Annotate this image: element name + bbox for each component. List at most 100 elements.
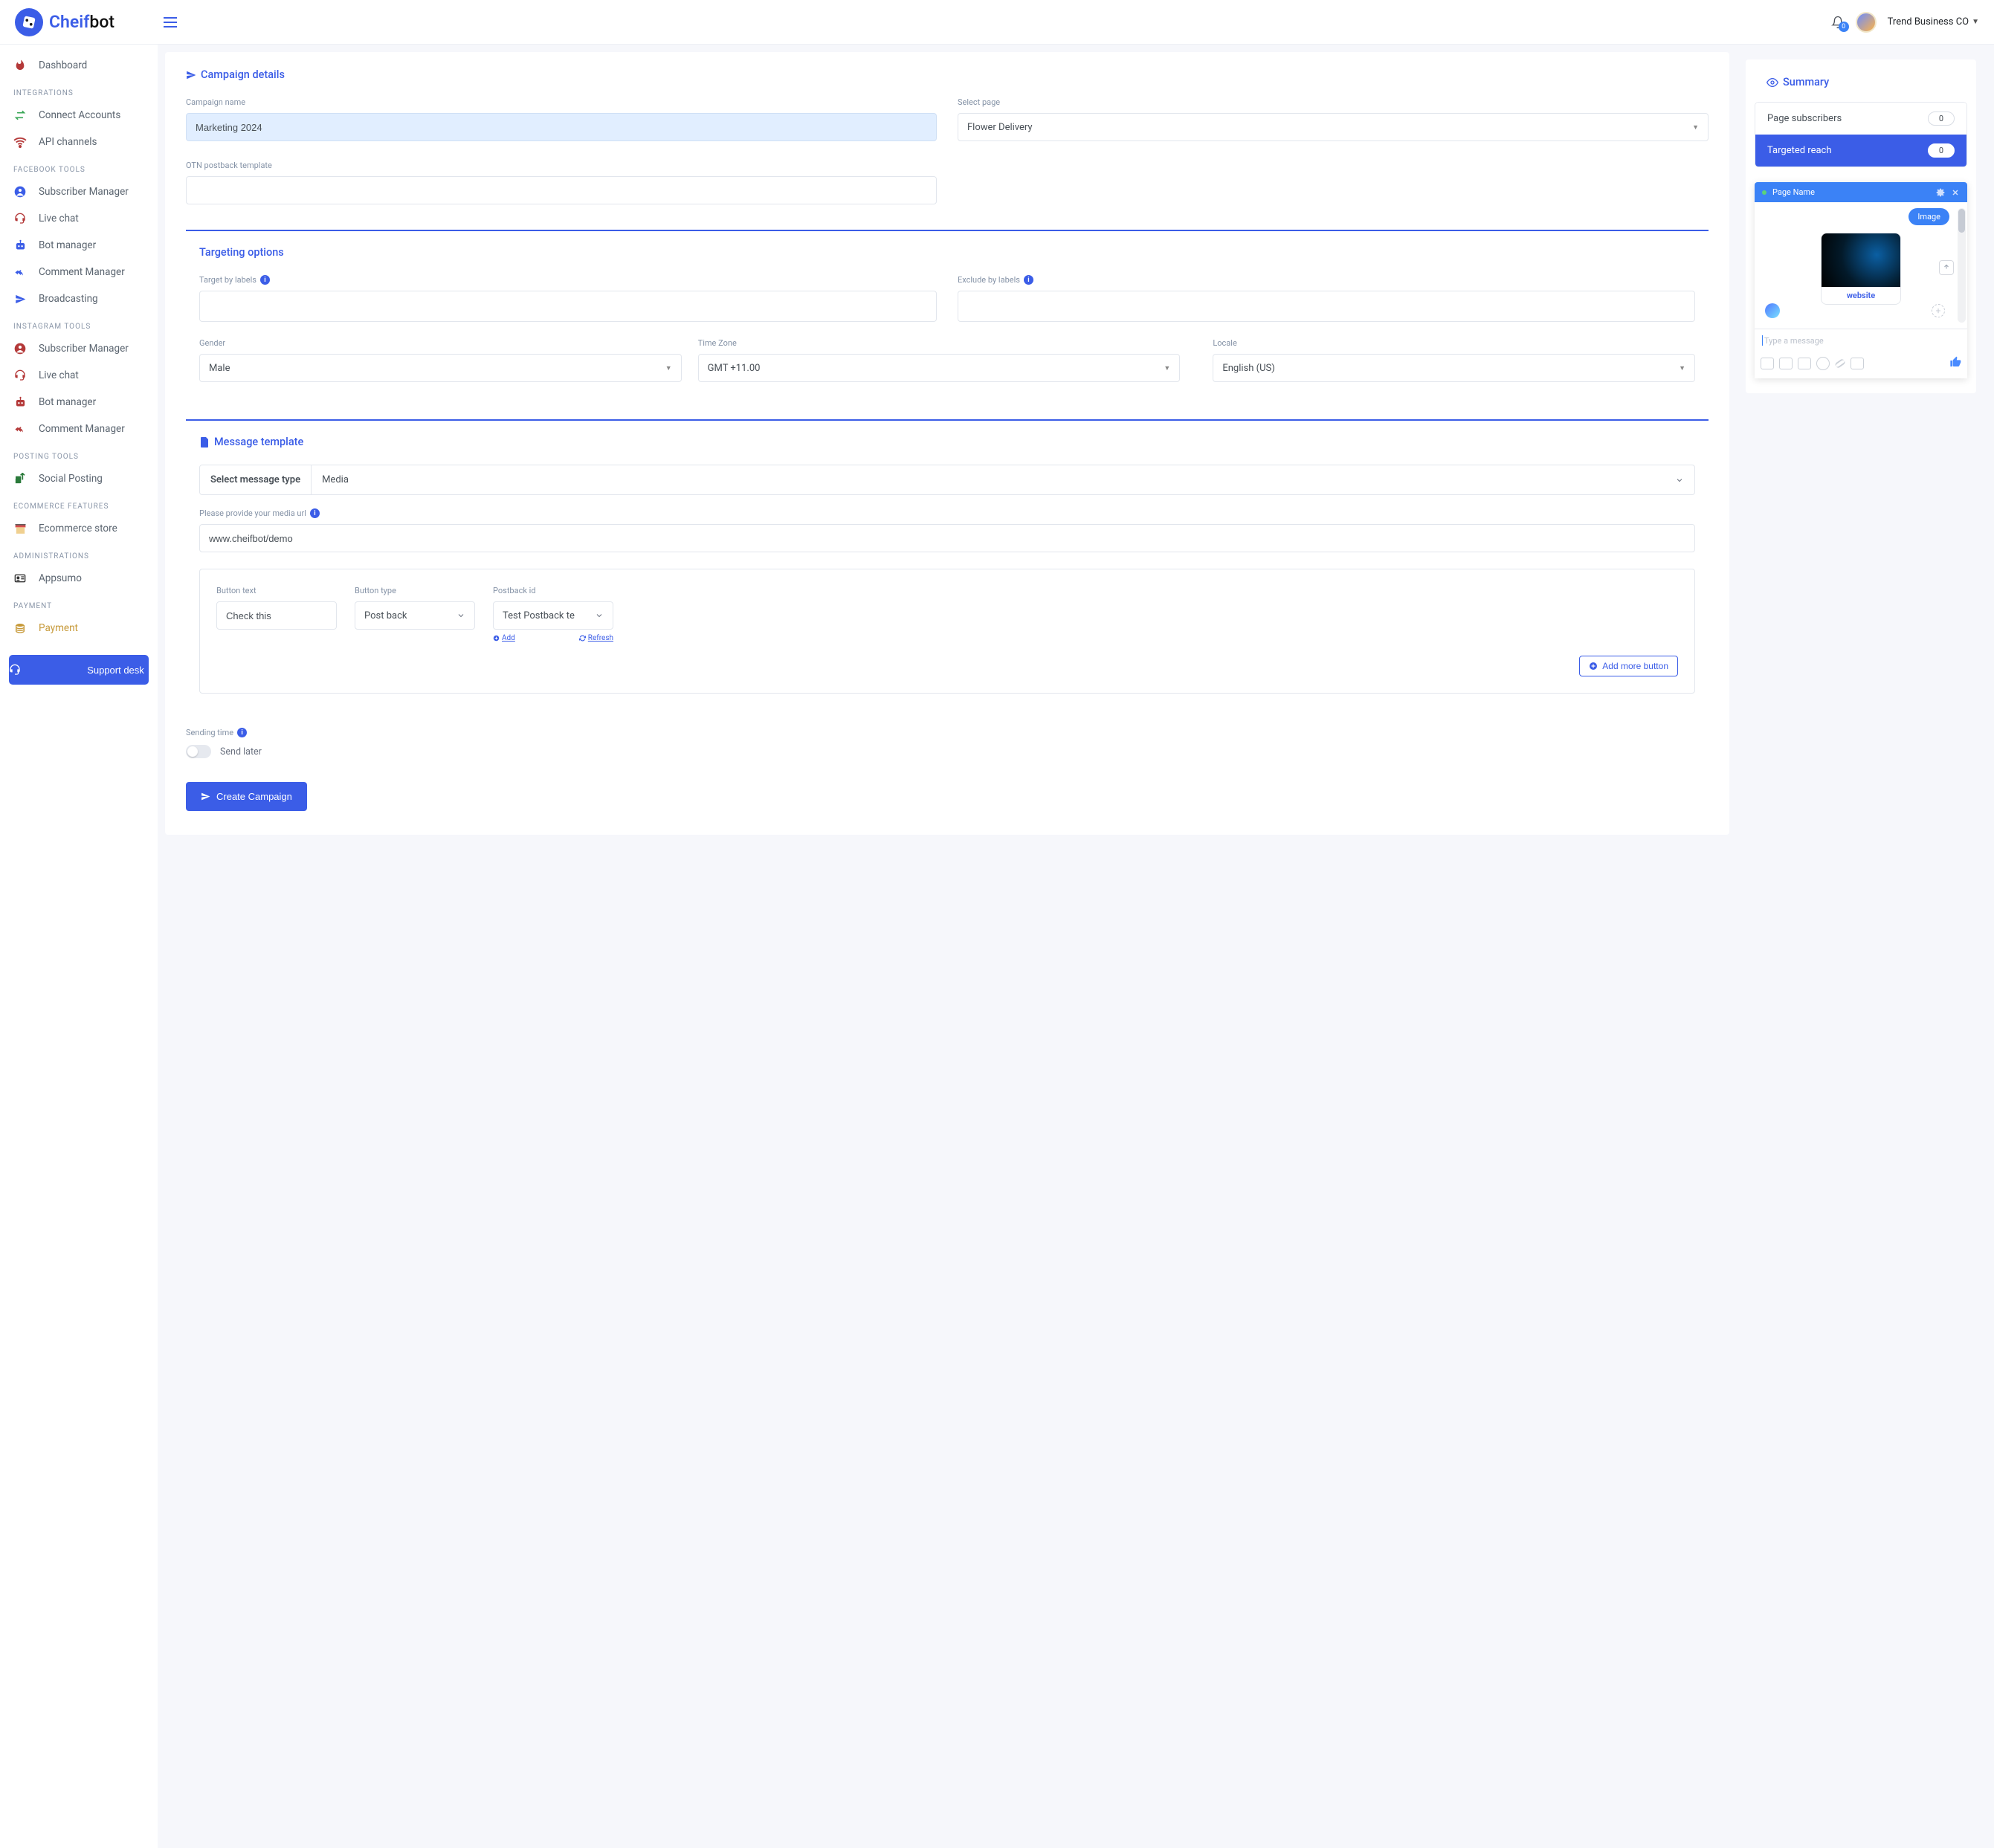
campaign-name-input[interactable] [186,113,937,141]
summary-value: 0 [1928,112,1955,126]
preview-chip: Image [1909,208,1949,225]
preview-message-input[interactable]: Type a message [1755,329,1967,352]
sidebar-item-live-chat[interactable]: Live chat [0,362,158,389]
topbar: Cheifbot 0 Trend Business CO ▼ [0,0,1994,45]
sending-time-label: Sending timei [186,728,1709,737]
preview-page-name: Page Name [1772,187,1815,197]
image-icon[interactable] [1761,358,1774,369]
locale-label: Locale [1213,338,1695,348]
summary-label: Page subscribers [1767,113,1842,124]
sidebar-item-bot-manager[interactable]: Bot manager [0,389,158,416]
nav-section-header: Posting Tools [0,442,158,465]
sticker-icon[interactable] [1779,358,1793,369]
button-type-label: Button type [355,586,475,595]
robot-icon [13,239,27,252]
support-desk-button[interactable]: Support desk [9,655,149,685]
emoji-icon[interactable] [1816,357,1830,370]
avatar[interactable] [1856,12,1877,33]
gear-icon[interactable] [1936,188,1945,197]
exclude-labels-label: Exclude by labelsi [958,275,1695,285]
preview-button[interactable]: website [1822,287,1900,304]
link-icon[interactable] [1834,358,1846,369]
message-type-label: Select message type [200,465,312,494]
gender-select[interactable]: Male▼ [199,354,682,382]
eye-icon [1766,77,1778,88]
thumbs-up-icon[interactable] [1949,356,1961,371]
exclude-labels-input[interactable] [958,291,1695,322]
info-icon[interactable]: i [1024,275,1033,285]
button-text-input[interactable] [216,601,337,630]
targeting-title: Targeting options [199,246,1709,259]
sidebar-item-broadcasting[interactable]: Broadcasting [0,285,158,312]
send-later-label: Send later [220,746,262,757]
camera-icon[interactable] [1851,358,1864,369]
sidebar-item-subscriber-manager[interactable]: Subscriber Manager [0,335,158,362]
send-later-toggle[interactable] [186,745,211,758]
message-type-select[interactable]: Media [312,465,1694,494]
scrollbar[interactable] [1958,208,1966,323]
media-url-label: Please provide your media urli [199,508,1695,518]
sidebar-item-connect-accounts[interactable]: Connect Accounts [0,102,158,129]
media-url-input[interactable] [199,524,1695,552]
menu-toggle-icon[interactable] [164,13,177,31]
message-template-title: Message template [199,436,1709,448]
user-menu[interactable]: Trend Business CO ▼ [1888,16,1979,28]
brand-text: Cheifbot [49,12,114,32]
plus-circle-icon [493,635,500,642]
campaign-name-label: Campaign name [186,97,937,107]
info-icon[interactable]: i [260,275,270,285]
exchange-icon [13,109,27,122]
gender-label: Gender [199,338,682,348]
sidebar-item-live-chat[interactable]: Live chat [0,205,158,232]
sidebar-item-ecommerce-store[interactable]: Ecommerce store [0,515,158,542]
locale-select[interactable]: English (US)▼ [1213,354,1695,382]
sidebar-item-label: Broadcasting [39,293,98,305]
add-more-button[interactable]: Add more button [1579,656,1678,676]
select-page-dropdown[interactable]: Flower Delivery ▼ [958,113,1709,141]
sidebar-item-comment-manager[interactable]: Comment Manager [0,416,158,442]
id-card-icon [13,572,27,585]
summary-title: Summary [1746,59,1976,102]
sidebar-item-bot-manager[interactable]: Bot manager [0,232,158,259]
postback-id-select[interactable]: Test Postback te [493,601,613,630]
create-campaign-button[interactable]: Create Campaign [186,782,307,811]
refresh-link[interactable]: Refresh [579,634,613,642]
close-icon[interactable] [1951,188,1960,197]
sidebar-item-social-posting[interactable]: Social Posting [0,465,158,492]
chevron-down-icon [456,611,465,620]
nav-section-header: Facebook Tools [0,155,158,178]
chevron-down-icon [1675,476,1684,485]
form-card: Campaign details Campaign name Select pa… [165,52,1729,835]
target-labels-input[interactable] [199,291,937,322]
otn-input[interactable] [186,176,937,204]
otn-label: OTN postback template [186,161,937,170]
gif-icon[interactable] [1798,358,1811,369]
sidebar-item-appsumo[interactable]: Appsumo [0,565,158,592]
add-avatar-icon[interactable]: + [1932,304,1945,317]
notifications-button[interactable]: 0 [1831,16,1845,29]
timezone-select[interactable]: GMT +11.00▼ [698,354,1181,382]
sidebar-item-dashboard[interactable]: Dashboard [0,52,158,79]
chevron-down-icon: ▼ [1692,123,1699,132]
reply-all-icon [13,265,27,279]
sidebar-item-label: Bot manager [39,239,96,251]
brand[interactable]: Cheifbot [15,8,156,36]
summary-card: Summary Page subscribers0Targeted reach0… [1746,59,1976,393]
chevron-down-icon: ▼ [665,364,672,372]
sidebar-item-comment-manager[interactable]: Comment Manager [0,259,158,285]
info-icon[interactable]: i [237,728,247,737]
sidebar-item-subscriber-manager[interactable]: Subscriber Manager [0,178,158,205]
upload-icon[interactable] [1939,260,1954,275]
paper-plane-icon [186,70,196,80]
summary-value: 0 [1928,143,1955,158]
paper-plane-icon [201,792,210,801]
button-type-select[interactable]: Post back [355,601,475,630]
add-link[interactable]: Add [493,634,515,642]
info-icon[interactable]: i [310,508,320,518]
sidebar-item-payment[interactable]: Payment [0,615,158,642]
sidebar-item-label: Connect Accounts [39,109,120,121]
sidebar-item-api-channels[interactable]: API channels [0,129,158,155]
document-icon [199,437,210,448]
message-preview: Page Name Image website [1755,182,1967,378]
headset-icon [13,212,27,225]
